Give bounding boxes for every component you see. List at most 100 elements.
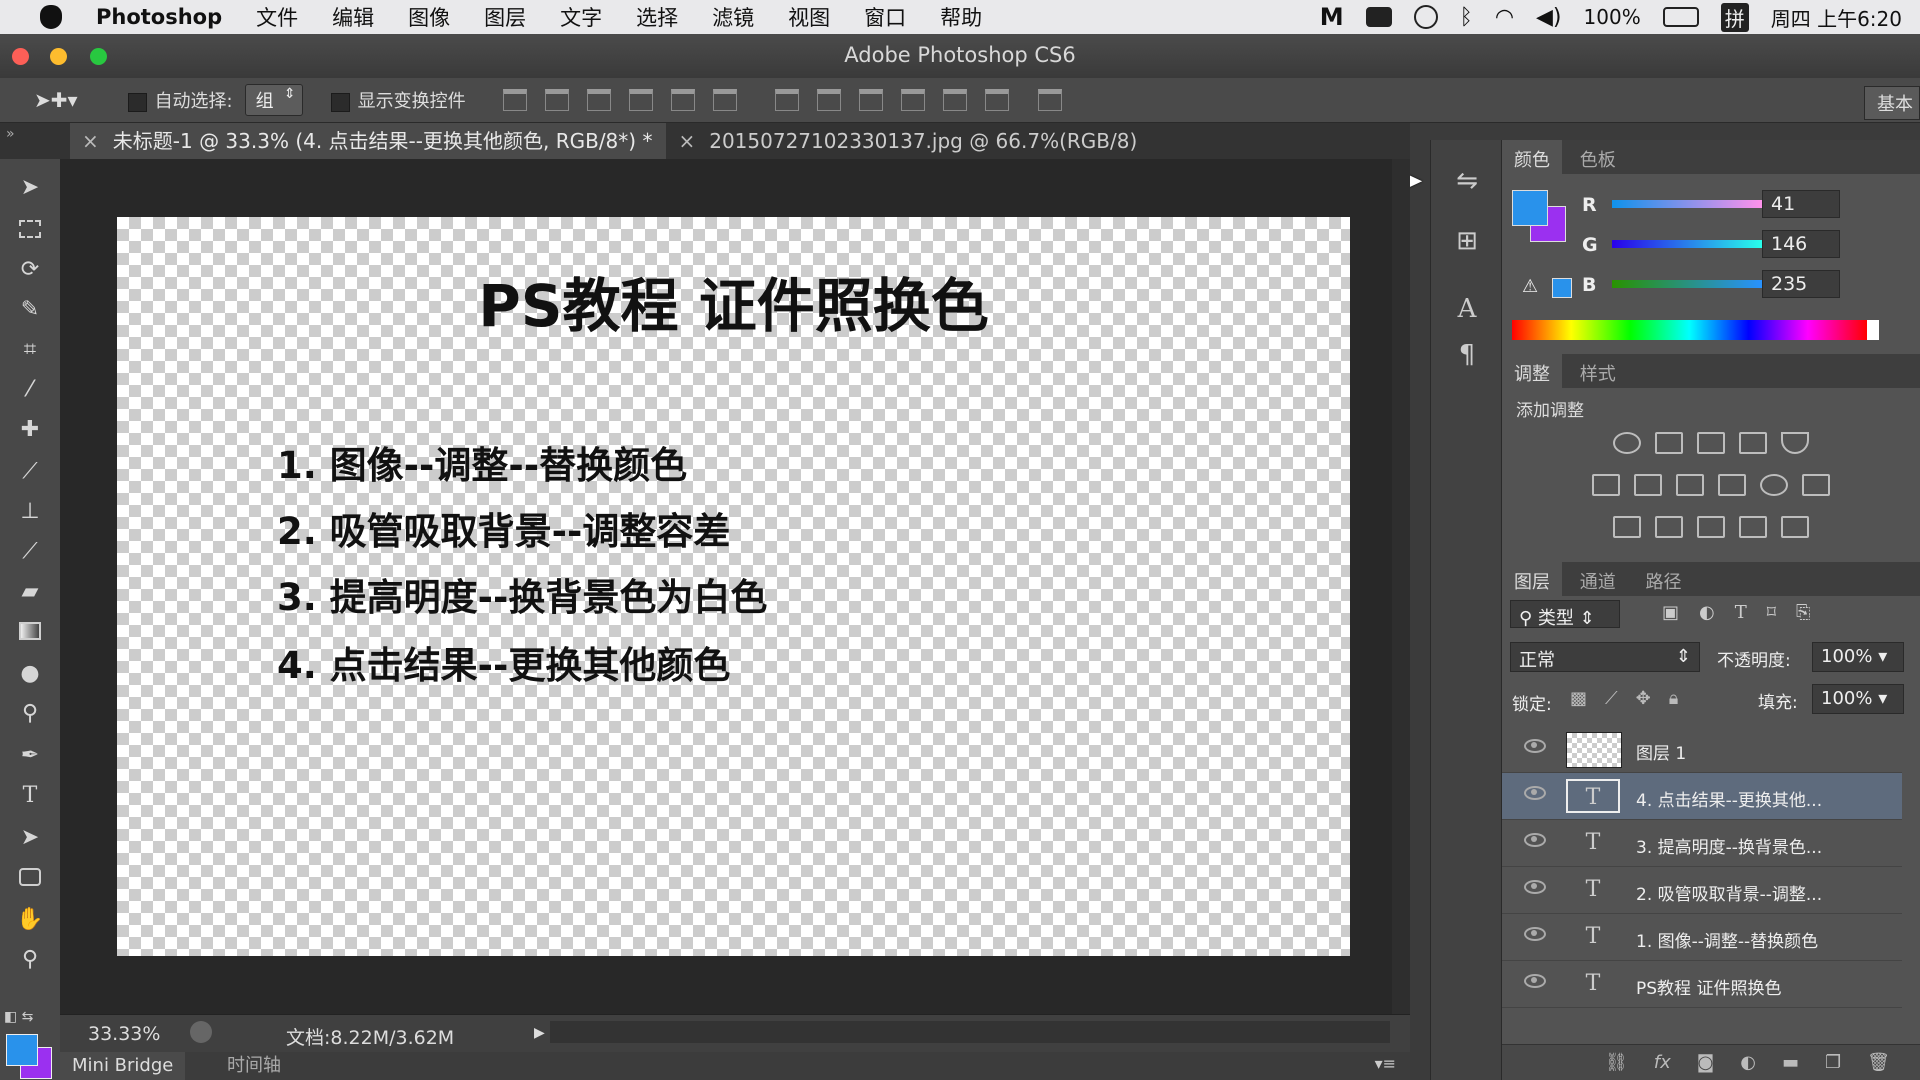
photo-filter-icon[interactable] xyxy=(1718,474,1746,496)
healing-brush-tool-icon[interactable]: ✚ xyxy=(14,415,46,443)
tab-channels[interactable]: 通道 xyxy=(1568,562,1628,600)
align-top-icon[interactable] xyxy=(502,89,527,111)
menu-edit[interactable]: 编辑 xyxy=(332,2,374,32)
default-colors-icon[interactable]: ◧ ⇆ xyxy=(4,1009,33,1025)
vibrance-icon[interactable] xyxy=(1781,432,1809,454)
auto-align-icon[interactable] xyxy=(1037,89,1062,111)
threshold-icon[interactable] xyxy=(1697,516,1725,538)
gradient-tool-icon[interactable] xyxy=(14,617,46,645)
menu-type[interactable]: 文字 xyxy=(560,2,602,32)
distribute-hcenter-icon[interactable] xyxy=(942,89,967,111)
filter-pixel-icon[interactable]: ▣ xyxy=(1662,602,1679,623)
lock-all-icon[interactable]: 🔒︎ xyxy=(1669,688,1679,709)
pen-tool-icon[interactable]: ✒ xyxy=(14,741,46,769)
eyedropper-tool-icon[interactable]: ⁄ xyxy=(14,375,46,403)
tab-jpg-image[interactable]: × 20150727102330137.jpg @ 66.7%(RGB/8) xyxy=(666,123,1151,159)
eye-icon[interactable] xyxy=(1524,880,1546,894)
hand-tool-icon[interactable]: ✋ xyxy=(14,905,46,933)
posterize-icon[interactable] xyxy=(1655,516,1683,538)
color-balance-icon[interactable] xyxy=(1634,474,1662,496)
tab-untitled-1[interactable]: × 未标题-1 @ 33.3% (4. 点击结果--更换其他颜色, RGB/8*)… xyxy=(70,123,667,159)
collapse-arrows-icon[interactable]: » xyxy=(6,126,15,142)
exposure-icon[interactable] xyxy=(1739,432,1767,454)
green-track[interactable] xyxy=(1612,240,1762,248)
volume-icon[interactable]: ◀) xyxy=(1536,5,1562,30)
align-vcenter-icon[interactable] xyxy=(544,89,569,111)
distribute-vcenter-icon[interactable] xyxy=(816,89,841,111)
shape-tool-icon[interactable] xyxy=(14,863,46,891)
layer-style-icon[interactable]: fx xyxy=(1654,1052,1671,1073)
vertical-scrollbar[interactable] xyxy=(1392,159,1410,1014)
new-layer-icon[interactable]: ❐ xyxy=(1825,1052,1841,1073)
layer-row[interactable]: T PS教程 证件照换色 xyxy=(1502,961,1902,1008)
fill-input[interactable]: 100% ▾ xyxy=(1812,684,1904,714)
tab-timeline[interactable]: 时间轴 xyxy=(215,1052,293,1080)
layer-row[interactable]: T 3. 提高明度--换背景色... xyxy=(1502,820,1902,867)
dodge-tool-icon[interactable]: ⚲ xyxy=(14,699,46,727)
eye-icon[interactable] xyxy=(1524,974,1546,988)
clock[interactable]: 周四 上午6:20 xyxy=(1771,3,1902,32)
crop-tool-icon[interactable]: ⌗ xyxy=(14,335,46,363)
blend-mode-dropdown[interactable]: 正常 ⇕ xyxy=(1510,642,1700,672)
tab-paths[interactable]: 路径 xyxy=(1633,562,1693,600)
layer-filter-dropdown[interactable]: ⚲ 类型 ⇕ xyxy=(1510,600,1620,629)
document-canvas[interactable]: PS教程 证件照换色 1. 图像--调整--替换颜色 2. 吸管吸取背景--调整… xyxy=(117,217,1350,956)
out-of-gamut-warning-icon[interactable]: ⚠ xyxy=(1522,276,1538,297)
color-spectrum-ramp[interactable] xyxy=(1512,320,1867,340)
horizontal-scrollbar[interactable] xyxy=(550,1021,1390,1043)
brush-tool-icon[interactable]: ⟋ xyxy=(14,457,46,485)
menu-select[interactable]: 选择 xyxy=(636,2,678,32)
layer-row[interactable]: T 2. 吸管吸取背景--调整... xyxy=(1502,867,1902,914)
blue-track[interactable] xyxy=(1612,280,1762,288)
auto-select-dropdown[interactable]: 组 xyxy=(244,84,303,116)
filter-type-icon[interactable]: T xyxy=(1735,602,1747,623)
move-tool-icon[interactable]: ➤ xyxy=(14,173,46,201)
align-left-icon[interactable] xyxy=(628,89,653,111)
levels-icon[interactable] xyxy=(1655,432,1683,454)
black-white-icon[interactable] xyxy=(1676,474,1704,496)
tab-adjustments[interactable]: 调整 xyxy=(1502,354,1562,392)
distribute-bottom-icon[interactable] xyxy=(858,89,883,111)
show-transform-checkbox[interactable]: 显示变换控件 xyxy=(330,87,466,113)
properties-panel-icon[interactable]: ⊞ xyxy=(1451,226,1483,256)
status-menu-arrow-icon[interactable]: ▶ xyxy=(534,1025,545,1041)
layer-row-selected[interactable]: T 4. 点击结果--更换其他... xyxy=(1502,773,1902,820)
color-lookup-icon[interactable] xyxy=(1802,474,1830,496)
opacity-input[interactable]: 100% ▾ xyxy=(1812,642,1904,672)
lasso-tool-icon[interactable]: ⟳ xyxy=(14,255,46,283)
align-bottom-icon[interactable] xyxy=(586,89,611,111)
path-select-tool-icon[interactable]: ➤ xyxy=(14,823,46,851)
green-value[interactable]: 146 xyxy=(1762,230,1840,258)
auto-select-check-box[interactable] xyxy=(127,92,147,112)
new-group-icon[interactable]: ▬ xyxy=(1782,1052,1799,1073)
workspace-switcher[interactable]: 基本 xyxy=(1864,86,1920,120)
panel-menu-icon[interactable]: ▾≡ xyxy=(1375,1054,1396,1073)
align-hcenter-icon[interactable] xyxy=(670,89,695,111)
red-value[interactable]: 41 xyxy=(1762,190,1840,218)
menu-layer[interactable]: 图层 xyxy=(484,2,526,32)
time-machine-icon[interactable] xyxy=(1413,5,1438,29)
delete-layer-icon[interactable]: 🗑︎ xyxy=(1867,1052,1890,1073)
eye-icon[interactable] xyxy=(1524,739,1546,753)
tab-swatches[interactable]: 色板 xyxy=(1568,140,1628,178)
curves-icon[interactable] xyxy=(1697,432,1725,454)
type-tool-icon[interactable]: T xyxy=(14,781,46,809)
tab-color[interactable]: 颜色 xyxy=(1502,140,1562,178)
blue-value[interactable]: 235 xyxy=(1762,270,1840,298)
stamp-tool-icon[interactable]: ⊥ xyxy=(14,497,46,525)
link-layers-icon[interactable]: ⛓ xyxy=(1605,1052,1628,1073)
bluetooth-icon[interactable]: ᛒ xyxy=(1460,5,1473,30)
apple-logo-icon[interactable] xyxy=(40,5,62,29)
distribute-right-icon[interactable] xyxy=(984,89,1009,111)
display-icon[interactable] xyxy=(1365,7,1392,27)
close-tab-icon[interactable]: × xyxy=(82,129,99,153)
m-logo-icon[interactable]: M xyxy=(1320,3,1344,31)
filter-shape-icon[interactable]: ⌑ xyxy=(1767,602,1776,623)
history-brush-tool-icon[interactable]: ⟋ xyxy=(14,537,46,565)
character-panel-icon[interactable]: A xyxy=(1451,294,1483,324)
selective-color-icon[interactable] xyxy=(1739,516,1767,538)
menu-view[interactable]: 视图 xyxy=(788,2,830,32)
paragraph-panel-icon[interactable]: ¶ xyxy=(1451,340,1483,370)
eye-icon[interactable] xyxy=(1524,927,1546,941)
eye-icon[interactable] xyxy=(1524,786,1546,800)
